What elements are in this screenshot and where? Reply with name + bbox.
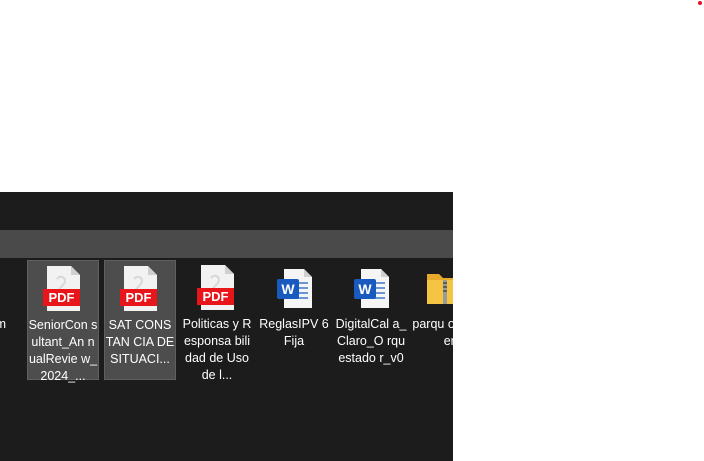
file-label: SAT CONSTAN CIA DE SITUACI...	[105, 318, 175, 366]
file-item-sat-constancia-pdf[interactable]: PDF SAT CONSTAN CIA DE SITUACI...	[104, 260, 176, 380]
pdf-file-icon: PDF	[120, 266, 157, 311]
file-explorer-window: m PDF SeniorCon sultant_An nualRevie w_2…	[0, 192, 453, 461]
pdf-file-icon: PDF	[43, 266, 80, 311]
file-item-parque-zip[interactable]: parqu onvert y	[412, 260, 453, 380]
zip-folder-icon	[427, 274, 453, 304]
word-file-icon: W	[354, 269, 389, 308]
file-label: SeniorCon sultant_An nualRevie w_2024_..…	[28, 318, 98, 383]
pdf-file-icon: PDF	[197, 265, 234, 310]
file-label: DigitalCal a_Claro_O rquestado r_v0	[335, 317, 407, 365]
explorer-header-bar	[0, 230, 453, 258]
notification-dot	[698, 1, 702, 5]
word-file-icon: W	[277, 269, 312, 308]
file-item-politicas-pdf[interactable]: PDF Politicas y Responsa bilidad de Uso …	[181, 260, 253, 382]
file-item-reglas-ipv6-word[interactable]: W ReglasIPV 6Fija	[258, 260, 330, 380]
file-item-partial-pdf[interactable]: m	[0, 260, 12, 380]
svg-text:PDF: PDF	[203, 289, 229, 304]
svg-text:W: W	[281, 281, 295, 297]
file-label: m	[0, 317, 6, 331]
file-item-digital-cala-word[interactable]: W DigitalCal a_Claro_O rquestado r_v0	[335, 260, 407, 380]
svg-text:W: W	[358, 281, 372, 297]
svg-text:PDF: PDF	[126, 290, 152, 305]
file-label: ReglasIPV 6Fija	[259, 317, 329, 348]
svg-text:PDF: PDF	[49, 290, 75, 305]
file-item-senior-consultant-pdf[interactable]: PDF SeniorCon sultant_An nualRevie w_202…	[27, 260, 99, 383]
file-grid: m PDF SeniorCon sultant_An nualRevie w_2…	[0, 258, 453, 461]
file-label: Politicas y Responsa bilidad de Uso de l…	[182, 317, 252, 382]
file-label: parqu onvert y	[412, 317, 453, 348]
